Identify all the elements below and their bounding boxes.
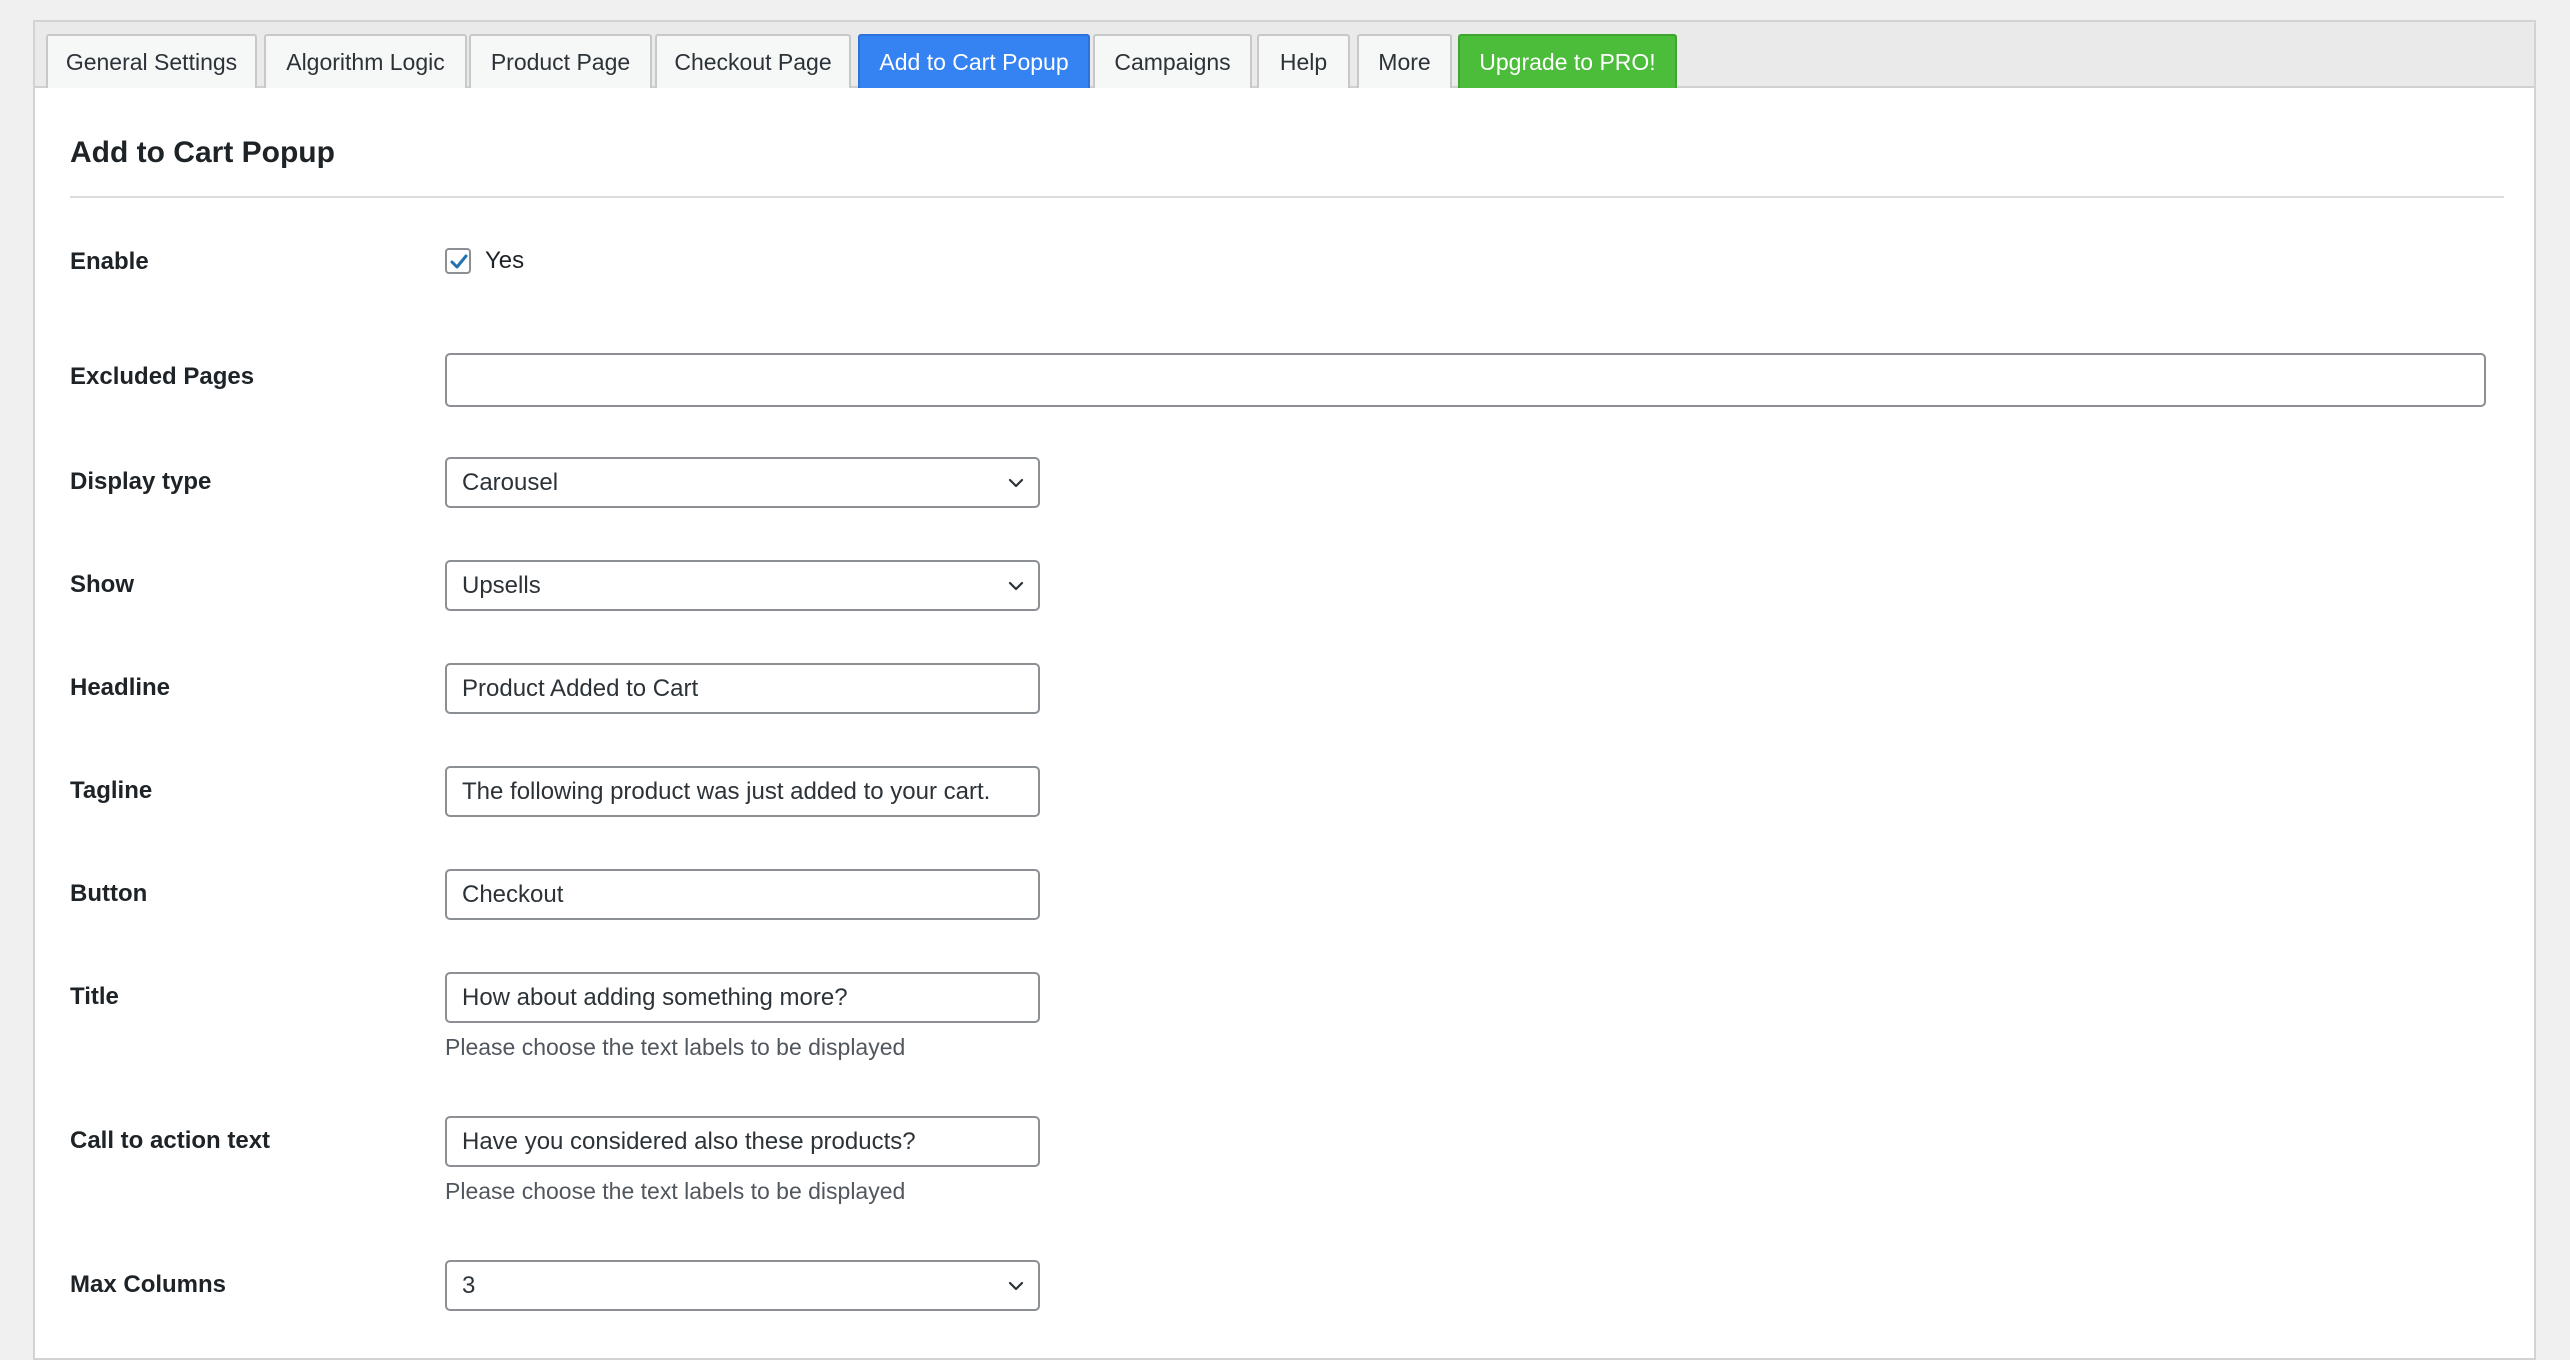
excluded-pages-label: Excluded Pages (70, 363, 255, 390)
chevron-down-icon (1008, 1281, 1024, 1291)
checkmark-icon (450, 254, 468, 269)
tab-add-to-cart-popup[interactable]: Add to Cart Popup (858, 34, 1090, 88)
button-label: Button (70, 880, 148, 907)
tab-checkout-page[interactable]: Checkout Page (655, 34, 851, 88)
tab-general-settings[interactable]: General Settings (46, 34, 257, 88)
tagline-input[interactable] (445, 766, 1040, 817)
headline-input[interactable] (445, 663, 1040, 714)
excluded-pages-input[interactable] (445, 353, 2486, 407)
tab-help[interactable]: Help (1257, 34, 1350, 88)
tab-product-page[interactable]: Product Page (469, 34, 652, 88)
tab-algorithm-logic[interactable]: Algorithm Logic (264, 34, 467, 88)
title-help-text: Please choose the text labels to be disp… (445, 1034, 906, 1060)
enable-label: Enable (70, 248, 149, 275)
settings-panel: General Settings Algorithm Logic Product… (33, 20, 2536, 1360)
tab-campaigns[interactable]: Campaigns (1093, 34, 1252, 88)
display-type-select[interactable]: Carousel (445, 457, 1040, 508)
tagline-label: Tagline (70, 777, 153, 804)
display-type-label: Display type (70, 468, 212, 495)
max-columns-value: 3 (462, 1272, 476, 1299)
cta-text-input[interactable] (445, 1116, 1040, 1167)
tab-more[interactable]: More (1357, 34, 1452, 88)
show-value: Upsells (462, 572, 541, 599)
cta-text-label: Call to action text (70, 1127, 271, 1154)
enable-checkbox[interactable] (445, 248, 471, 274)
display-type-value: Carousel (462, 469, 559, 496)
section-title: Add to Cart Popup (70, 136, 335, 169)
headline-label: Headline (70, 674, 171, 701)
max-columns-label: Max Columns (70, 1271, 227, 1298)
tab-upgrade-to-pro[interactable]: Upgrade to PRO! (1458, 34, 1677, 88)
tab-bar: General Settings Algorithm Logic Product… (35, 22, 2534, 88)
cta-help-text: Please choose the text labels to be disp… (445, 1178, 906, 1204)
show-label: Show (70, 571, 134, 598)
max-columns-select[interactable]: 3 (445, 1260, 1040, 1311)
enable-yes-label: Yes (485, 247, 525, 274)
title-label: Title (70, 983, 119, 1010)
chevron-down-icon (1008, 581, 1024, 591)
title-input[interactable] (445, 972, 1040, 1023)
chevron-down-icon (1008, 478, 1024, 488)
section-divider (70, 196, 2504, 198)
show-select[interactable]: Upsells (445, 560, 1040, 611)
button-text-input[interactable] (445, 869, 1040, 920)
